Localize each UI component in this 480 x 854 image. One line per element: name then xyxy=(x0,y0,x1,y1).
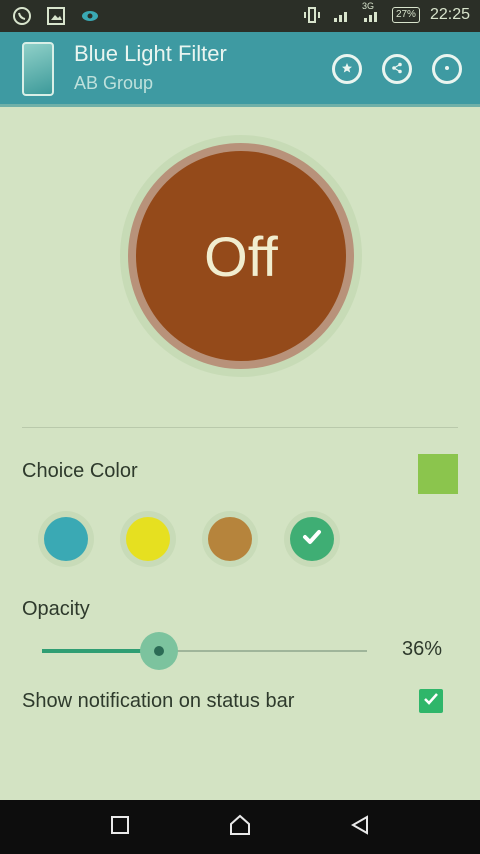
share-button[interactable] xyxy=(382,54,412,84)
divider xyxy=(22,427,458,428)
rate-button[interactable] xyxy=(332,54,362,84)
color-swatch-green[interactable] xyxy=(290,517,334,561)
opacity-value: 36% xyxy=(402,638,443,660)
share-icon xyxy=(391,62,403,77)
more-button[interactable] xyxy=(432,54,462,84)
check-icon xyxy=(422,690,440,713)
recent-apps-icon xyxy=(109,814,131,841)
home-button[interactable] xyxy=(225,812,255,842)
opacity-label: Opacity xyxy=(22,598,90,620)
choice-color-label: Choice Color xyxy=(22,460,138,482)
more-icon xyxy=(442,62,452,76)
signal-3g-icon: 3G xyxy=(362,1,382,25)
color-swatch-teal[interactable] xyxy=(44,517,88,561)
color-swatch-yellow[interactable] xyxy=(126,517,170,561)
signal-icon xyxy=(332,5,352,25)
app-subtitle: AB Group xyxy=(74,73,154,93)
toggle-label: Off xyxy=(204,224,278,288)
whatsapp-icon xyxy=(12,6,32,26)
app-bar: Blue Light Filter AB Group xyxy=(0,32,480,107)
battery-level: 27% xyxy=(395,9,416,20)
gallery-icon xyxy=(46,6,66,26)
eye-icon xyxy=(80,6,100,26)
notification-checkbox[interactable] xyxy=(419,689,443,713)
star-icon xyxy=(341,62,353,77)
app-logo xyxy=(22,42,54,96)
color-swatch-orange[interactable] xyxy=(208,517,252,561)
battery-icon: 27% xyxy=(391,7,420,23)
clock: 22:25 xyxy=(429,6,470,23)
app-title: Blue Light Filter xyxy=(74,41,227,66)
vibrate-icon xyxy=(302,5,322,25)
home-icon xyxy=(228,813,252,842)
status-bar: 3G 27% 22:25 xyxy=(0,0,480,32)
selected-color-preview xyxy=(418,454,458,494)
notification-label: Show notification on status bar xyxy=(22,690,295,712)
opacity-slider-thumb-dot xyxy=(154,646,164,656)
network-type: 3G xyxy=(361,1,374,11)
back-button[interactable] xyxy=(345,812,375,842)
navigation-bar xyxy=(0,800,480,854)
check-icon xyxy=(300,525,324,554)
power-toggle-button[interactable]: Off xyxy=(136,151,346,361)
recent-apps-button[interactable] xyxy=(105,812,135,842)
back-icon xyxy=(349,814,371,841)
